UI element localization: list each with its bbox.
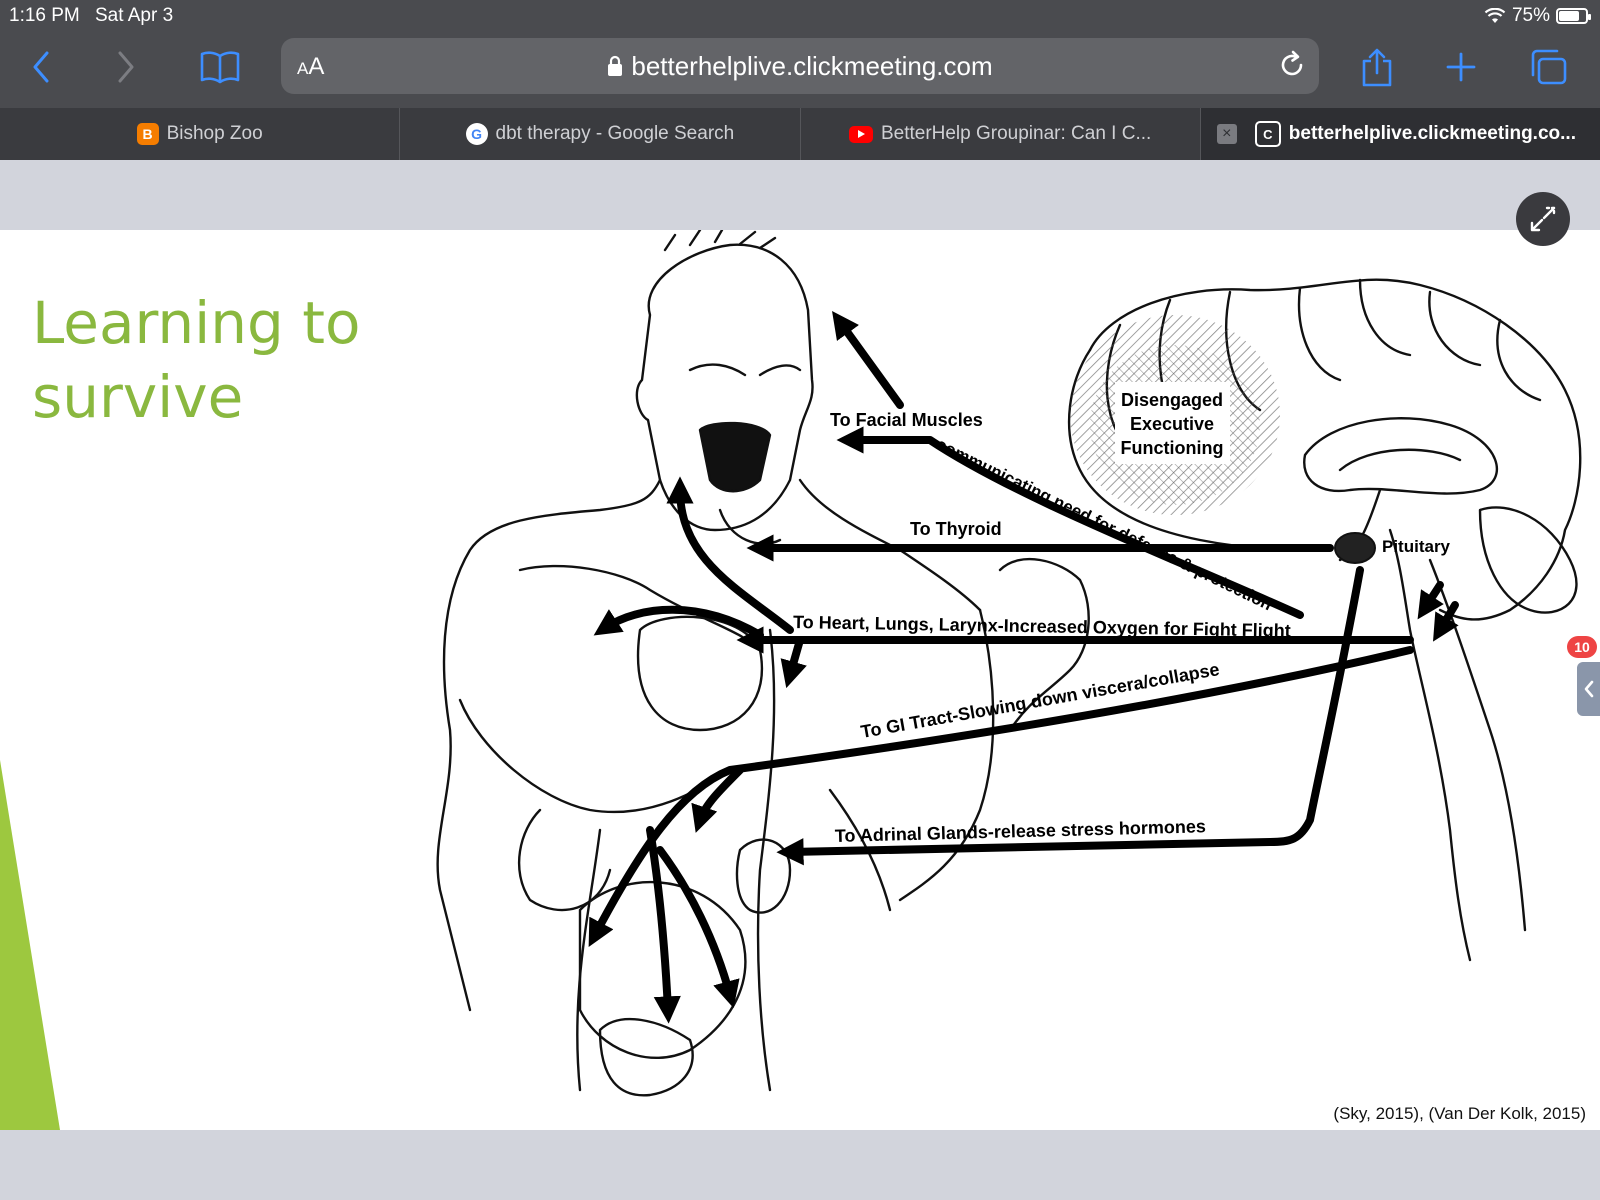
tab-label: dbt therapy - Google Search [495, 123, 735, 144]
tab-label: Bishop Zoo [166, 123, 263, 144]
tab-label: betterhelplive.clickmeeting.co... [1288, 123, 1576, 144]
status-time: 1:16 PM [9, 5, 80, 26]
chevron-right-icon [118, 51, 134, 83]
arrow-to-forehead [832, 310, 904, 409]
label-pituitary: Pituitary [1382, 537, 1451, 556]
chevron-left-icon [1584, 680, 1593, 698]
arrow-to-adrenal [776, 566, 1364, 866]
arrow-to-heart-down [780, 636, 807, 689]
label-executive-2: Executive [1130, 414, 1214, 434]
tab-close-button[interactable]: × [1216, 124, 1237, 144]
reload-icon[interactable] [1277, 50, 1307, 80]
label-facial-muscles: To Facial Muscles [830, 410, 983, 430]
arrow-brainstem-1 [1417, 581, 1444, 620]
tab-dbt-therapy[interactable]: G dbt therapy - Google Search [400, 108, 801, 160]
tabs-overview-button[interactable] [1523, 42, 1573, 92]
youtube-icon [848, 125, 873, 143]
lock-icon [608, 55, 623, 76]
url-text: betterhelplive.clickmeeting.com [631, 51, 993, 81]
browser-toolbar: AA betterhelplive.clickmeeting.com [0, 32, 1600, 108]
address-bar[interactable]: AA betterhelplive.clickmeeting.com [281, 38, 1319, 94]
chevron-left-icon [33, 51, 49, 83]
battery-percent: 75% [1511, 5, 1550, 26]
plus-icon [1446, 52, 1476, 82]
tab-bar: B Bishop Zoo G dbt therapy - Google Sear… [0, 108, 1600, 160]
slide-citation: (Sky, 2015), (Van Der Kolk, 2015) [1333, 1104, 1586, 1123]
wifi-icon [1484, 8, 1506, 23]
status-bar: 1:16 PM Sat Apr 3 75% [0, 0, 1600, 32]
pituitary-gland [1334, 532, 1376, 564]
status-date: Sat Apr 3 [95, 5, 174, 26]
google-icon: G [465, 123, 488, 145]
new-tab-button[interactable] [1436, 42, 1486, 92]
fight-flight-diagram: To Facial Muscles communicating need for… [436, 230, 1582, 1097]
share-icon [1362, 48, 1392, 87]
label-executive-1: Disengaged [1121, 390, 1223, 410]
forward-button[interactable] [101, 42, 151, 92]
side-panel-toggle[interactable] [1577, 662, 1600, 716]
tab-clickmeeting[interactable]: × C betterhelplive.clickmeeting.co... [1200, 108, 1600, 160]
tab-bishop-zoo[interactable]: B Bishop Zoo [0, 108, 401, 160]
back-button[interactable] [16, 42, 66, 92]
share-button[interactable] [1352, 42, 1402, 92]
book-icon [200, 51, 240, 84]
human-figure-drawing [436, 230, 1090, 1097]
url-display[interactable]: betterhelplive.clickmeeting.com [281, 51, 1319, 82]
bookmarks-button[interactable] [195, 42, 245, 92]
clickmeeting-icon: C [1254, 121, 1281, 147]
label-executive-3: Functioning [1121, 438, 1224, 458]
label-thyroid: To Thyroid [910, 519, 1002, 539]
battery-icon [1556, 8, 1591, 24]
blogger-icon: B [136, 123, 159, 145]
status-right: 75% [1484, 5, 1591, 27]
expand-icon [1530, 206, 1556, 232]
tabs-icon [1531, 49, 1567, 85]
arrow-to-lungs-left [593, 605, 764, 639]
arrow-to-intestine-2 [656, 846, 740, 1009]
fullscreen-button[interactable] [1516, 192, 1570, 246]
tab-label: BetterHelp Groupinar: Can I C... [880, 123, 1152, 144]
presentation-slide: Learning to survive To Facial Muscles co… [0, 230, 1600, 1130]
chat-count-badge: 10 [1567, 636, 1597, 658]
close-icon: × [1222, 125, 1232, 142]
tab-betterhelp-groupinar[interactable]: BetterHelp Groupinar: Can I C... [801, 108, 1201, 160]
